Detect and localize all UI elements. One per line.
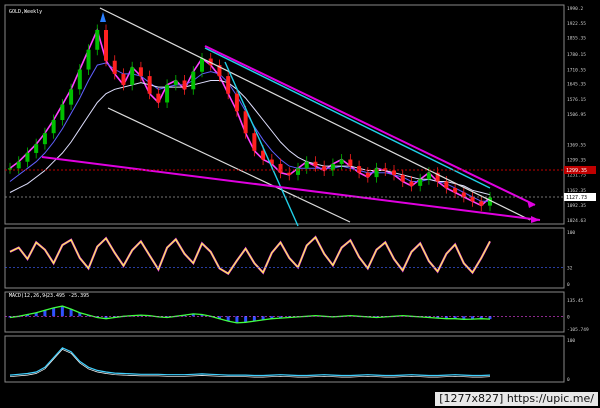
candle-body <box>461 192 466 197</box>
y-tick-label: 1506.95 <box>567 112 586 118</box>
candle-body <box>95 29 100 50</box>
y-tick-label: 1990.2 <box>567 6 584 12</box>
candle-body <box>130 67 135 85</box>
peak-arrow-icon <box>100 12 106 22</box>
candle-body <box>453 188 458 193</box>
macd-line <box>9 305 491 324</box>
candle-body <box>147 76 152 94</box>
macd-histogram-bar <box>244 316 248 323</box>
candle-body <box>418 179 423 186</box>
lower-indicator-line <box>9 347 491 377</box>
macd-histogram-bar <box>235 316 239 323</box>
y-tick-label: 1780.15 <box>567 52 586 58</box>
macd-title: MACD(12,26,9) <box>9 293 48 299</box>
candle-body <box>112 60 117 74</box>
y-tick-label: 1369.55 <box>567 142 586 148</box>
candle-body <box>191 71 196 90</box>
macd-layer <box>5 305 564 324</box>
candle-body <box>42 133 47 145</box>
y-tick-label: 0 <box>567 314 570 320</box>
candle-body <box>348 159 353 167</box>
candle-body <box>365 172 370 178</box>
candle-body <box>444 181 449 189</box>
trendline-magenta-upper <box>204 45 536 206</box>
y-tick-label: 0 <box>567 282 570 288</box>
macd-histogram-bar <box>60 306 64 317</box>
candle-body <box>304 161 309 169</box>
y-tick-label: 135.45 <box>567 298 584 304</box>
watermark: [1277x827] https://upic.me/ <box>435 392 598 406</box>
candle-body <box>86 49 91 70</box>
y-tick-label: -105.749 <box>567 327 589 333</box>
candle-body <box>16 161 21 169</box>
candle-body <box>287 172 292 175</box>
price-series-line <box>9 80 491 196</box>
candle-body <box>77 69 82 90</box>
candle-body <box>69 89 74 105</box>
candle-body <box>51 120 56 134</box>
y-tick-label: 1024.63 <box>567 218 586 224</box>
candle-body <box>104 29 108 61</box>
candle-body <box>479 201 484 206</box>
candle-body <box>278 163 283 173</box>
candle-body <box>313 161 318 167</box>
trendlines <box>5 7 564 227</box>
candle-body <box>426 172 431 180</box>
candle-body <box>339 159 344 164</box>
trendline-white-upper <box>99 7 531 221</box>
oscillator-layer <box>5 235 564 276</box>
y-tick-label: 32 <box>567 265 573 271</box>
trendline-cyan-upper <box>204 47 491 189</box>
candle-body <box>226 76 231 94</box>
trading-chart: GOLD,Weekly MACD(12,26,9) -23.495 -25.39… <box>4 4 596 383</box>
candle-body <box>243 111 248 134</box>
y-tick-label: 100 <box>567 338 575 344</box>
candle-body <box>252 133 257 151</box>
y-tick-label: 1855.35 <box>567 36 586 42</box>
candle-body <box>200 58 204 72</box>
macd-values: -23.495 -25.395 <box>44 293 89 299</box>
candle-body <box>25 152 30 162</box>
candle-body <box>8 168 12 170</box>
candle-body <box>34 144 39 153</box>
y-tick-label: 1645.35 <box>567 82 586 88</box>
candle-body <box>392 170 396 175</box>
candle-body <box>60 104 65 121</box>
candle-body <box>296 168 300 175</box>
candle-body <box>182 80 187 90</box>
macd-histogram-bar <box>52 307 56 317</box>
y-tick-label: 1162.35 <box>567 188 586 194</box>
chart-window: GOLD,Weekly MACD(12,26,9) -23.495 -25.39… <box>0 0 600 408</box>
candle-body <box>400 174 405 182</box>
y-tick-label: 1576.15 <box>567 97 586 103</box>
arrow-magenta-lower <box>531 216 540 223</box>
price-panel-title: GOLD,Weekly <box>9 9 42 15</box>
y-tick-label: 1710.55 <box>567 67 586 73</box>
y-tick-label: 1092.35 <box>567 203 586 209</box>
current-price-label: 1127.73 <box>566 195 587 201</box>
candle-body <box>156 93 161 103</box>
lower-layer <box>9 347 491 378</box>
oscillator-line <box>9 236 491 275</box>
candle-body <box>357 166 362 173</box>
y-tick-label: 1299.35 <box>567 158 586 164</box>
candle-body <box>173 80 178 85</box>
red-level-label: 1299.35 <box>566 168 587 174</box>
candle-body <box>234 93 239 112</box>
candle-body <box>165 84 170 103</box>
candle-body <box>470 196 475 202</box>
candle-body <box>121 73 126 85</box>
y-tick-label: 0 <box>567 377 570 383</box>
candle-body <box>409 181 414 186</box>
candle-body <box>138 67 143 77</box>
y-tick-label: 1922.55 <box>567 21 586 27</box>
y-tick-label: 100 <box>567 230 575 236</box>
